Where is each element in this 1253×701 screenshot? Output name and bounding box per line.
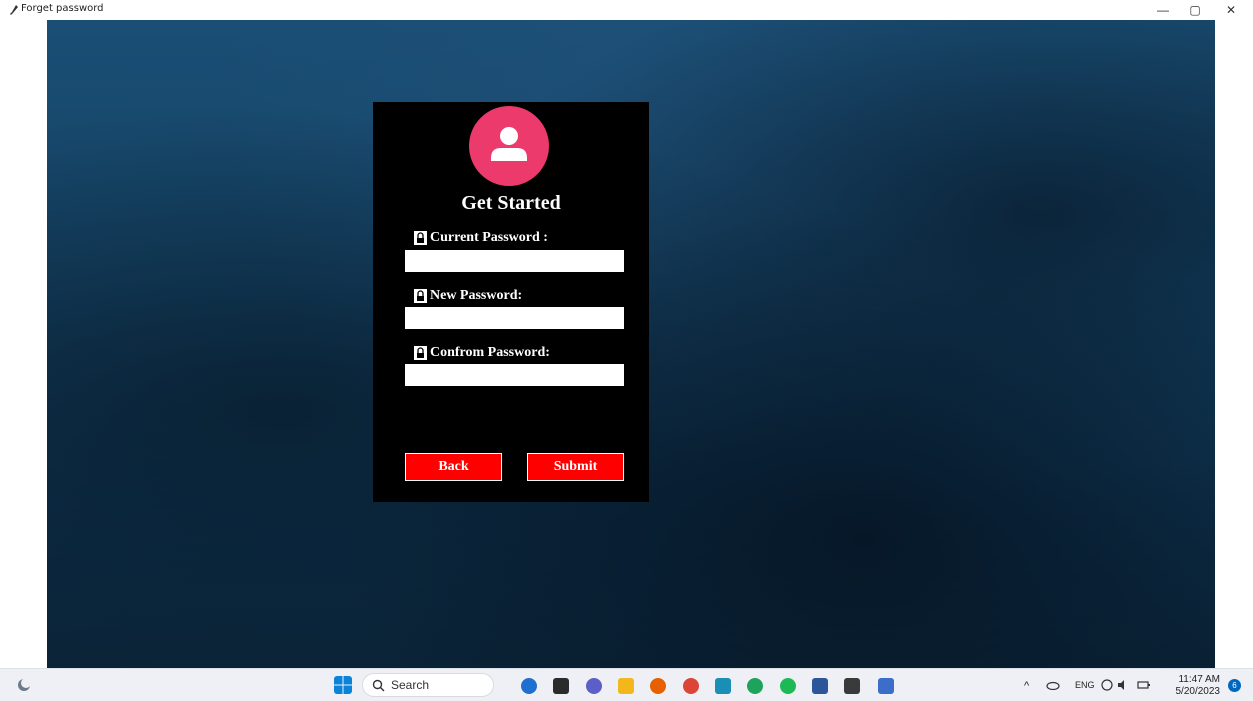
app-feather-icon [10,5,18,15]
teams-chat-icon[interactable] [586,678,602,694]
file-explorer-icon[interactable] [618,678,634,694]
password-card: Get Started Current Password : New Passw… [373,102,649,502]
python-app-icon[interactable] [878,678,894,694]
close-button[interactable]: ✕ [1216,0,1246,20]
new-password-label: New Password: [414,288,522,304]
onedrive-icon[interactable] [1046,680,1060,690]
windows-start-icon[interactable] [334,676,352,694]
language-indicator[interactable]: ENG [1075,680,1095,690]
chrome-icon[interactable] [683,678,699,694]
lock-icon [414,289,427,303]
volume-icon[interactable] [1117,679,1129,691]
chevron-up-icon[interactable]: ^ [1024,680,1029,692]
bing-icon[interactable] [521,678,537,694]
current-password-input[interactable] [405,250,624,272]
maximize-button[interactable]: ▢ [1180,0,1210,20]
minimize-button[interactable]: — [1148,0,1178,20]
spotify-icon[interactable] [780,678,796,694]
lock-icon [414,346,427,360]
app-icon[interactable] [715,678,731,694]
weather-icon[interactable] [16,677,32,693]
confirm-password-label-text: Confrom Password: [430,345,550,360]
clock-time[interactable]: 11:47 AM [1176,674,1220,685]
window-titlebar: Forget password — ▢ ✕ [0,0,1253,20]
notification-badge[interactable]: 6 [1228,679,1241,692]
current-password-label: Current Password : [414,230,548,246]
form-heading: Get Started [461,192,561,214]
user-icon [491,127,527,161]
back-button[interactable]: Back [405,453,502,481]
clock-date[interactable]: 5/20/2023 [1172,686,1221,697]
window-title: Forget password [21,3,104,14]
network-icon[interactable] [1101,679,1113,691]
task-view-icon[interactable] [553,678,569,694]
confirm-password-input[interactable] [405,364,624,386]
new-password-input[interactable] [405,307,624,329]
confirm-password-label: Confrom Password: [414,345,550,361]
search-icon [372,679,385,691]
taskbar: Search ^ ENG 11:47 AM 5/20/2023 6 [0,668,1253,701]
avatar [469,106,549,186]
battery-icon[interactable] [1137,679,1151,691]
lock-icon [414,231,427,245]
window-right-margin [1215,20,1253,668]
terminal-icon[interactable] [844,678,860,694]
edge-icon[interactable] [747,678,763,694]
firefox-icon[interactable] [650,678,666,694]
word-icon[interactable] [812,678,828,694]
window-left-margin [0,20,47,668]
taskbar-search[interactable]: Search [362,673,494,697]
submit-button[interactable]: Submit [527,453,624,481]
search-label: Search [391,678,430,692]
current-password-label-text: Current Password : [430,230,548,245]
new-password-label-text: New Password: [430,288,523,303]
